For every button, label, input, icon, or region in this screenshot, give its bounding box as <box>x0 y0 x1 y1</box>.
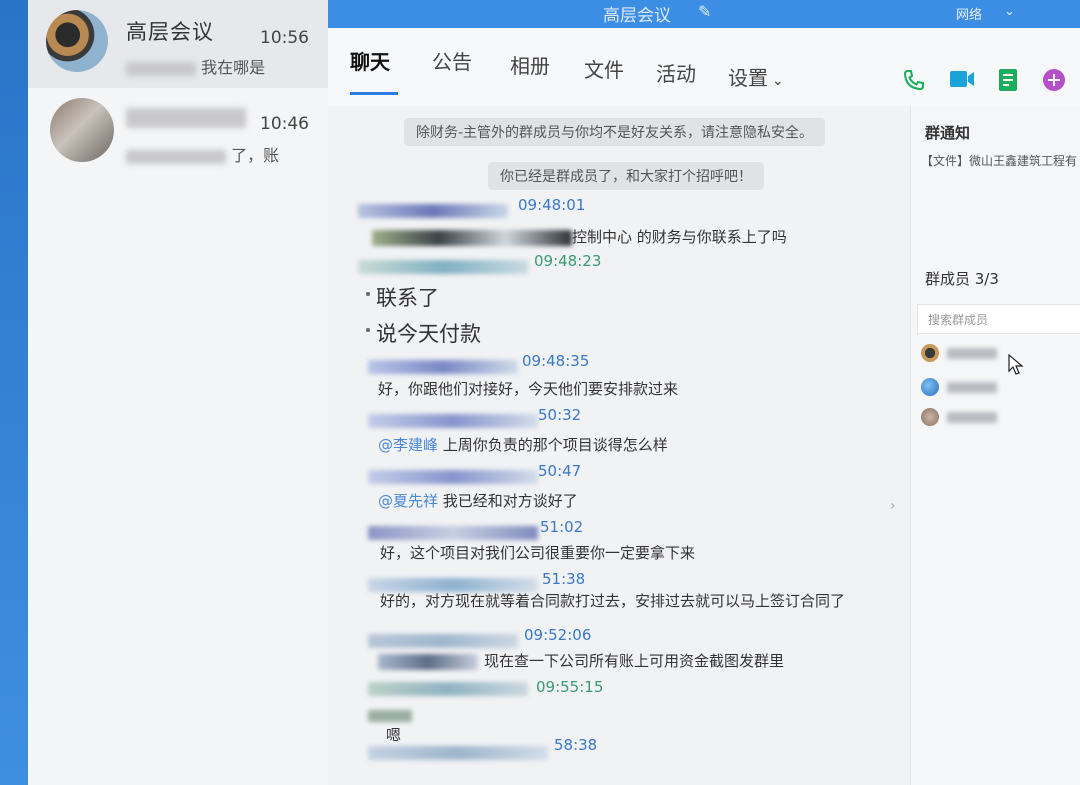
monitor-bezel <box>0 0 28 785</box>
window-title: 高层会议 <box>603 6 671 26</box>
message-time: 51:38 <box>542 570 586 588</box>
message-time: 09:52:06 <box>524 626 592 644</box>
message-text: @李建峰 上周你负责的那个项目谈得怎么样 <box>378 436 668 454</box>
conversation-time: 10:46 <box>260 114 309 134</box>
sender-name-blurred <box>358 260 528 274</box>
mention[interactable]: @夏先祥 <box>378 492 438 510</box>
member-avatar <box>921 408 939 426</box>
sender-name-blurred <box>368 634 518 648</box>
message-text: 现在查一下公司所有账上可用资金截图发群里 <box>484 652 785 670</box>
sender-name-blurred <box>368 470 538 484</box>
message-time: 09:48:35 <box>522 352 590 370</box>
message-text: 控制中心 的财务与你联系上了吗 <box>572 228 787 246</box>
message-time: 50:32 <box>538 406 582 424</box>
sender-name-blurred <box>368 746 548 760</box>
member-item[interactable] <box>921 342 1080 368</box>
conversation-preview: 了，账 <box>126 142 279 166</box>
blurred-text <box>372 230 572 246</box>
video-icon[interactable] <box>948 68 976 96</box>
message-time: 50:47 <box>538 462 582 480</box>
conversation-name: 高层会议 <box>126 20 214 44</box>
plus-icon[interactable] <box>1040 68 1068 96</box>
members-title: 群成员 3/3 <box>925 270 999 288</box>
message-text: 好，你跟他们对接好，今天他们要安排款过来 <box>378 380 679 398</box>
chat-area[interactable]: 除财务-主管外的群成员与你均不是好友关系，请注意隐私安全。 你已经是群成员了，和… <box>328 106 910 785</box>
sender-name-blurred <box>368 414 538 428</box>
sender-name-blurred <box>368 682 528 696</box>
blurred-text <box>378 654 478 670</box>
group-avatar <box>46 10 108 72</box>
bullet <box>366 328 370 332</box>
conversation-sidebar: 高层会议 10:56 我在哪是 10:46 了，账 <box>28 0 328 785</box>
system-notice: 除财务-主管外的群成员与你均不是好友关系，请注意隐私安全。 <box>404 118 826 146</box>
mention[interactable]: @李建峰 <box>378 436 438 454</box>
title-bar: 高层会议 ✎ 网络 ⌄ <box>328 0 1080 28</box>
tab-album[interactable]: 相册 <box>510 50 550 79</box>
message-time: 09:48:01 <box>518 196 586 214</box>
sender-name-blurred <box>368 360 518 374</box>
system-notice: 你已经是群成员了，和大家打个招呼吧！ <box>488 162 764 190</box>
member-name-blurred <box>947 382 997 393</box>
blurred-text <box>368 710 412 722</box>
message-text: 说今天付款 <box>376 322 481 346</box>
tab-settings[interactable]: 设置 ⌄ <box>728 62 784 91</box>
message-time: 58:38 <box>554 736 598 754</box>
member-avatar <box>921 378 939 396</box>
message-time: 51:02 <box>540 518 584 536</box>
mouse-cursor-icon <box>1008 353 1024 381</box>
blurred-sender <box>126 61 196 76</box>
member-item[interactable] <box>921 376 1080 402</box>
member-item[interactable] <box>921 406 1080 432</box>
tab-files[interactable]: 文件 <box>584 54 624 83</box>
message-time: 09:55:15 <box>536 678 604 696</box>
search-placeholder: 搜索群成员 <box>928 313 989 327</box>
conversation-item-active[interactable]: 高层会议 10:56 我在哪是 <box>28 0 328 88</box>
bullet <box>366 292 370 296</box>
tab-chat[interactable]: 聊天 <box>350 46 390 75</box>
sender-name-blurred <box>358 204 508 218</box>
conversation-preview: 我在哪是 <box>126 54 265 78</box>
restore-label[interactable]: 网络 <box>956 4 982 23</box>
chevron-down-icon[interactable]: ⌄ <box>1004 4 1015 19</box>
chat-tabs: 聊天 公告 相册 文件 活动 设置 ⌄ <box>328 28 1080 106</box>
contact-avatar <box>50 98 114 162</box>
app-window: 高层会议 10:56 我在哪是 10:46 了，账 高层会议 ✎ 网络 ⌄ 聊天 <box>0 0 1080 785</box>
message-text: 好的，对方现在就等着合同款打过去，安排过去就可以马上签订合同了 <box>380 592 846 610</box>
phone-icon[interactable] <box>900 68 928 96</box>
member-name-blurred <box>947 348 997 359</box>
edit-icon[interactable]: ✎ <box>698 2 711 21</box>
conversation-time: 10:56 <box>260 28 309 48</box>
message-text: 联系了 <box>376 286 439 310</box>
member-search-input[interactable]: 搜索群成员 <box>917 304 1080 334</box>
notice-title: 群通知 <box>925 124 971 142</box>
conversation-name-blurred <box>126 108 246 133</box>
notice-text[interactable]: 【文件】微山王鑫建筑工程有 <box>921 152 1077 169</box>
sender-name-blurred <box>368 526 538 540</box>
active-tab-indicator <box>350 92 398 95</box>
member-avatar <box>921 344 939 362</box>
chevron-down-icon: ⌄ <box>772 73 784 89</box>
conversation-item[interactable]: 10:46 了，账 <box>28 92 328 180</box>
message-text: @夏先祥 我已经和对方谈好了 <box>378 492 578 510</box>
tab-announcement[interactable]: 公告 <box>432 46 472 75</box>
member-name-blurred <box>947 412 997 423</box>
chevron-right-icon[interactable]: › <box>890 498 896 514</box>
message-time: 09:48:23 <box>534 252 602 270</box>
doc-icon[interactable] <box>994 68 1022 96</box>
group-info-panel: 群通知 【文件】微山王鑫建筑工程有 群成员 3/3 搜索群成员 <box>910 106 1080 785</box>
tab-activity[interactable]: 活动 <box>656 58 696 87</box>
message-text: 好，这个项目对我们公司很重要你一定要拿下来 <box>380 544 696 562</box>
message-text: 嗯 <box>386 726 402 744</box>
